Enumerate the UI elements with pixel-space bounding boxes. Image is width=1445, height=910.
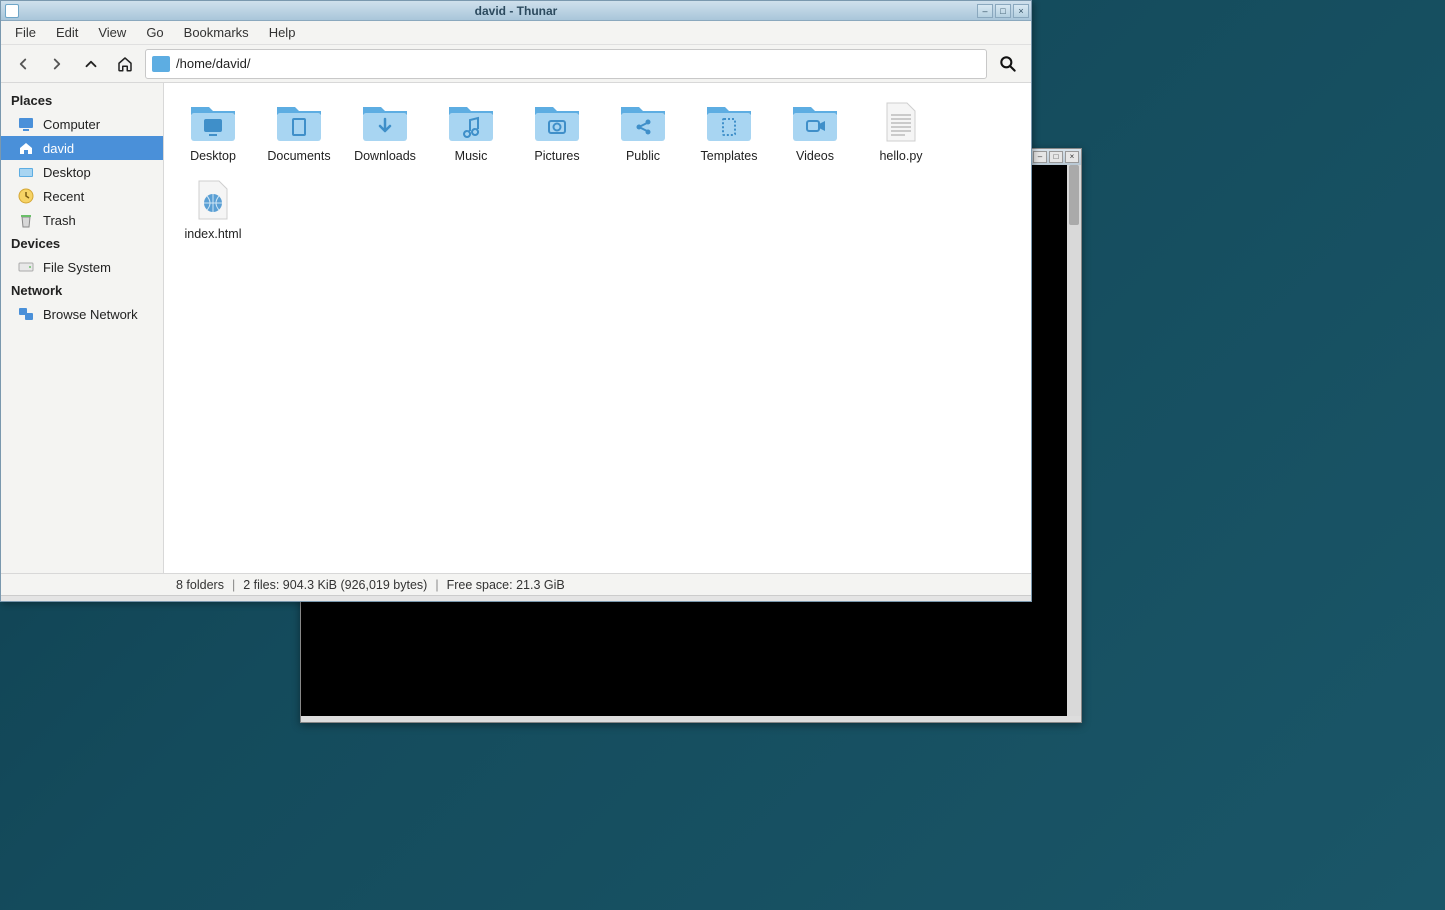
home-icon <box>116 55 134 73</box>
sidebar-item-file-system[interactable]: File System <box>1 255 163 279</box>
search-icon <box>998 54 1018 74</box>
sidebar-item-label: File System <box>43 260 111 275</box>
file-label: Videos <box>796 149 834 163</box>
status-folders: 8 folders <box>176 578 224 592</box>
sidebar-section-header: Places <box>1 89 163 112</box>
file-label: Documents <box>267 149 330 163</box>
background-close-button[interactable]: × <box>1065 151 1079 163</box>
sidebar-section-header: Network <box>1 279 163 302</box>
drive-icon <box>17 258 35 276</box>
folder-templates[interactable]: Templates <box>686 93 772 167</box>
sidebar-item-browse-network[interactable]: Browse Network <box>1 302 163 326</box>
chevron-right-icon <box>48 55 66 73</box>
file-view[interactable]: Desktop Documents Downloads Music Pictures Pu… <box>164 83 1031 573</box>
close-button[interactable]: × <box>1013 4 1029 18</box>
folder-music[interactable]: Music <box>428 93 514 167</box>
toolbar <box>1 45 1031 83</box>
background-window-resize-bar[interactable] <box>301 716 1081 722</box>
sidebar-item-computer[interactable]: Computer <box>1 112 163 136</box>
path-entry[interactable] <box>145 49 987 79</box>
sidebar-item-david[interactable]: david <box>1 136 163 160</box>
file-label: index.html <box>185 227 242 241</box>
file-label: Music <box>455 149 488 163</box>
network-icon <box>17 305 35 323</box>
folder-icon <box>359 97 411 145</box>
file-label: hello.py <box>879 149 922 163</box>
file-label: Public <box>626 149 660 163</box>
file-label: Templates <box>701 149 758 163</box>
background-window-scrollbar-thumb[interactable] <box>1069 165 1079 225</box>
path-input[interactable] <box>176 56 980 71</box>
menubar: File Edit View Go Bookmarks Help <box>1 21 1031 45</box>
file-index-html[interactable]: index.html <box>170 171 256 245</box>
folder-public[interactable]: Public <box>600 93 686 167</box>
folder-icon <box>617 97 669 145</box>
chevron-up-icon <box>82 55 100 73</box>
statusbar: 8 folders | 2 files: 904.3 KiB (926,019 … <box>1 573 1031 595</box>
back-button[interactable] <box>9 50 37 78</box>
background-window-scrollbar[interactable] <box>1067 165 1081 716</box>
menu-file[interactable]: File <box>7 23 44 42</box>
home-button[interactable] <box>111 50 139 78</box>
up-button[interactable] <box>77 50 105 78</box>
sidebar-item-label: Trash <box>43 213 76 228</box>
sidebar-item-label: Computer <box>43 117 100 132</box>
menu-view[interactable]: View <box>90 23 134 42</box>
folder-pictures[interactable]: Pictures <box>514 93 600 167</box>
search-button[interactable] <box>993 49 1023 79</box>
folder-icon <box>531 97 583 145</box>
folder-icon <box>152 56 170 72</box>
app-icon <box>5 4 19 18</box>
desktop-icon <box>17 163 35 181</box>
minimize-button[interactable]: – <box>977 4 993 18</box>
menu-bookmarks[interactable]: Bookmarks <box>176 23 257 42</box>
folder-icon <box>445 97 497 145</box>
folder-icon <box>273 97 325 145</box>
resize-handle[interactable] <box>1 595 1031 601</box>
folder-videos[interactable]: Videos <box>772 93 858 167</box>
monitor-icon <box>17 115 35 133</box>
status-freespace: Free space: 21.3 GiB <box>447 578 565 592</box>
forward-button[interactable] <box>43 50 71 78</box>
window-titlebar[interactable]: david - Thunar – □ × <box>1 1 1031 21</box>
folder-icon <box>703 97 755 145</box>
sidebar: Places Computer david Desktop Recent Trash Dev… <box>1 83 164 573</box>
background-minimize-button[interactable]: – <box>1033 151 1047 163</box>
clock-icon <box>17 187 35 205</box>
file-label: Pictures <box>534 149 579 163</box>
menu-go[interactable]: Go <box>138 23 171 42</box>
folder-icon <box>789 97 841 145</box>
home-icon <box>17 139 35 157</box>
sidebar-section-header: Devices <box>1 232 163 255</box>
menu-edit[interactable]: Edit <box>48 23 86 42</box>
window-title: david - Thunar <box>475 4 558 18</box>
file-hello-py[interactable]: hello.py <box>858 93 944 167</box>
status-files: 2 files: 904.3 KiB (926,019 bytes) <box>243 578 427 592</box>
folder-desktop[interactable]: Desktop <box>170 93 256 167</box>
maximize-button[interactable]: □ <box>995 4 1011 18</box>
file-label: Downloads <box>354 149 416 163</box>
sidebar-item-trash[interactable]: Trash <box>1 208 163 232</box>
sidebar-item-label: david <box>43 141 74 156</box>
chevron-left-icon <box>14 55 32 73</box>
trash-icon <box>17 211 35 229</box>
text-file-icon <box>875 97 927 145</box>
file-label: Desktop <box>190 149 236 163</box>
html-file-icon <box>187 175 239 223</box>
thunar-window: david - Thunar – □ × File Edit View Go B… <box>0 0 1032 602</box>
sidebar-item-desktop[interactable]: Desktop <box>1 160 163 184</box>
sidebar-item-label: Desktop <box>43 165 91 180</box>
sidebar-item-recent[interactable]: Recent <box>1 184 163 208</box>
folder-documents[interactable]: Documents <box>256 93 342 167</box>
menu-help[interactable]: Help <box>261 23 304 42</box>
folder-icon <box>187 97 239 145</box>
sidebar-item-label: Browse Network <box>43 307 138 322</box>
folder-downloads[interactable]: Downloads <box>342 93 428 167</box>
background-maximize-button[interactable]: □ <box>1049 151 1063 163</box>
sidebar-item-label: Recent <box>43 189 84 204</box>
